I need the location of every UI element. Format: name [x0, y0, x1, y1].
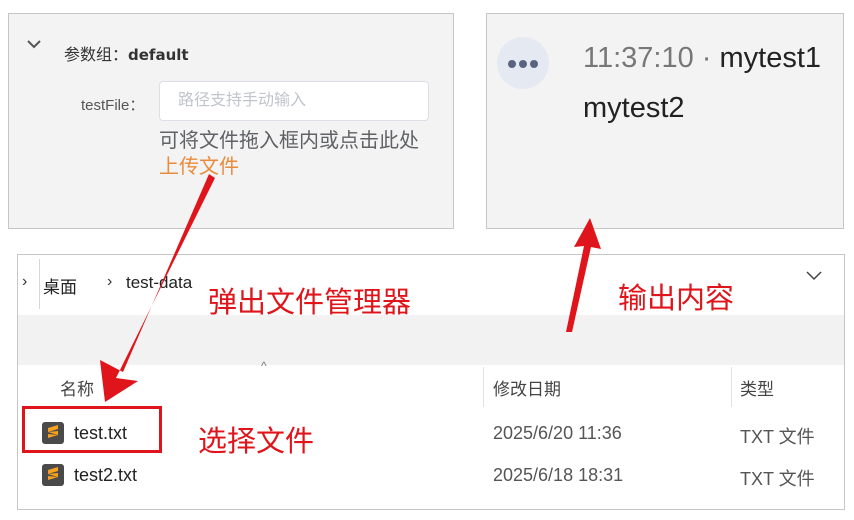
- annotation-arrows: [100, 174, 601, 402]
- arrow-to-output: [566, 218, 601, 332]
- arrow-to-file: [100, 174, 215, 402]
